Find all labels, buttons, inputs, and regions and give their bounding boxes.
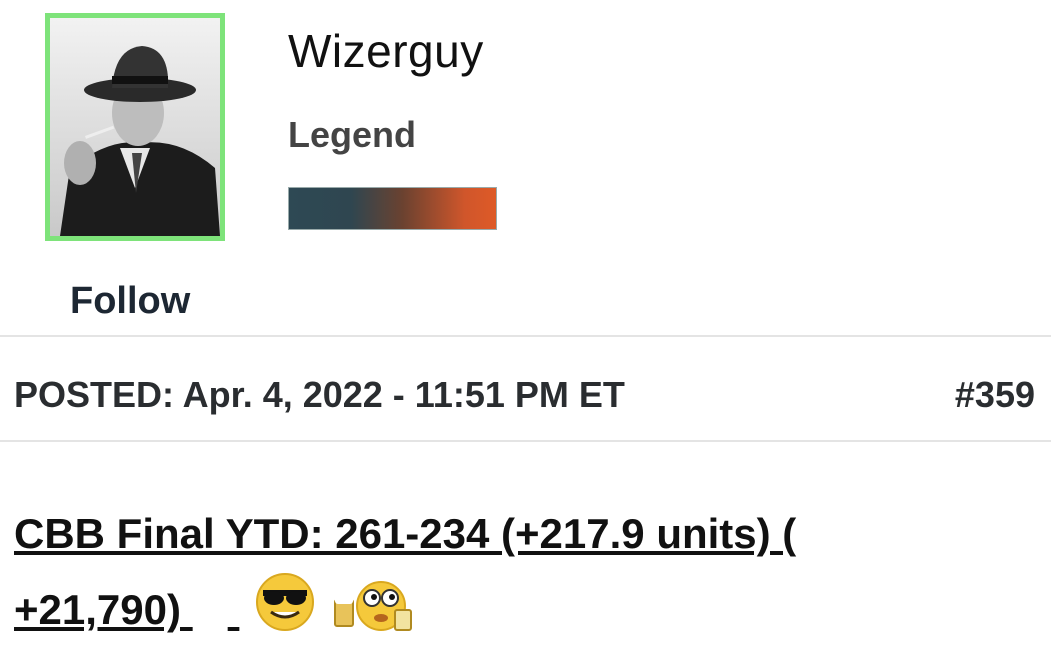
post-line-1: CBB Final YTD: 261-234 (+217.9 units) (	[14, 510, 797, 557]
follow-button[interactable]: Follow	[70, 280, 190, 323]
divider	[0, 440, 1051, 442]
rank-label: Legend	[288, 114, 417, 155]
beer-toast-emoji-icon	[331, 570, 417, 656]
post-line-2: +21,790)	[14, 586, 193, 634]
sunglasses-emoji-icon	[253, 570, 317, 656]
divider	[0, 335, 1051, 337]
post-content: CBB Final YTD: 261-234 (+217.9 units) ( …	[14, 498, 1014, 656]
post-number-link[interactable]: #359	[955, 374, 1035, 416]
rank-progress-bar	[288, 187, 497, 230]
post-timestamp: POSTED: Apr. 4, 2022 - 11:51 PM ET	[14, 374, 625, 415]
avatar[interactable]	[45, 13, 225, 241]
avatar-photo	[50, 18, 220, 236]
username[interactable]: Wizerguy	[288, 24, 484, 78]
